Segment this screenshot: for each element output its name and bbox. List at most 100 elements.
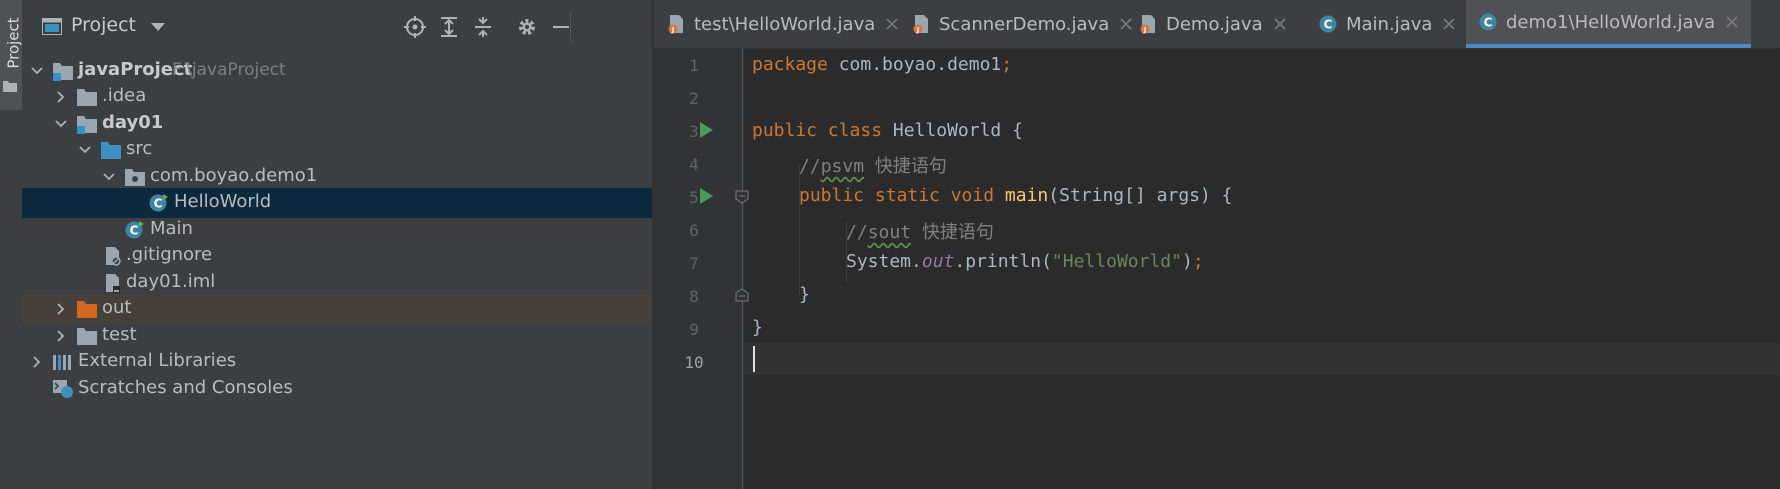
editor-area: J test\HelloWorld.java J ScannerDemo.jav… [654, 0, 1780, 489]
svg-text:C: C [154, 197, 163, 211]
code-line-3[interactable]: public class HelloWorld { [752, 120, 1023, 141]
tab-demo[interactable]: J Demo.java [1138, 0, 1287, 48]
chevron-down-icon[interactable] [78, 143, 92, 157]
expand-all-icon [441, 17, 457, 37]
java-class-icon: C [125, 221, 144, 239]
tree-item-label: Main [150, 218, 193, 239]
line-number: 6 [689, 221, 699, 240]
tree-item-helloworld[interactable]: C HelloWorld [22, 188, 652, 218]
project-tool-window-label: Project [4, 17, 23, 69]
project-view-icon [42, 18, 62, 35]
collapse-all-icon [475, 17, 491, 37]
tab-label: ScannerDemo.java [939, 13, 1110, 35]
code-line-1[interactable]: package com.boyao.demo1; [752, 54, 1012, 75]
tree-item-src[interactable]: src [22, 135, 652, 165]
tab-label: test\HelloWorld.java [694, 13, 876, 35]
tab-scannerdemo[interactable]: J ScannerDemo.java [911, 0, 1133, 48]
hide-panel-button[interactable] [548, 14, 574, 40]
tree-item-label: day01 [102, 112, 164, 133]
java-file-icon: J [913, 15, 928, 34]
project-panel-header: Project [22, 0, 652, 54]
tab-main[interactable]: C Main.java [1318, 0, 1456, 48]
project-panel-title[interactable]: Project [71, 14, 136, 36]
source-folder-icon [101, 142, 121, 159]
svg-text:J: J [916, 26, 920, 34]
libraries-icon [53, 355, 71, 370]
tab-test-helloworld[interactable]: J test\HelloWorld.java [666, 0, 899, 48]
tree-item-label: HelloWorld [174, 191, 272, 212]
code-line-4[interactable]: //psvm 快捷语句 [752, 152, 947, 178]
module-file-icon [106, 274, 120, 293]
folder-icon [77, 328, 97, 345]
line-number: 7 [689, 254, 699, 273]
tree-item-label: out [102, 297, 132, 318]
close-icon[interactable] [1273, 17, 1287, 31]
locate-file-button[interactable] [402, 14, 428, 40]
tree-item-label: com.boyao.demo1 [150, 165, 318, 186]
svg-text:J: J [1143, 26, 1147, 34]
java-class-icon: C [149, 194, 168, 212]
fold-icon[interactable] [735, 288, 749, 302]
chevron-down-icon[interactable] [102, 170, 116, 184]
tree-item-label: External Libraries [78, 350, 237, 371]
crosshair-icon [404, 16, 426, 38]
tree-item-gitignore[interactable]: .gitignore [22, 241, 652, 271]
project-path-hint: F:\javaProject [172, 60, 286, 80]
java-class-icon: C [1319, 15, 1337, 33]
fold-icon[interactable] [735, 190, 749, 204]
chevron-right-icon[interactable] [30, 355, 44, 369]
code-line-8[interactable]: } [752, 284, 810, 305]
project-panel: Project javaProject F:\javaProject .idea… [22, 0, 654, 489]
current-line-highlight [744, 343, 1780, 375]
svg-text:J: J [671, 26, 675, 34]
chevron-down-icon[interactable] [30, 64, 44, 78]
java-file-icon: J [668, 15, 683, 34]
close-icon[interactable] [1119, 17, 1133, 31]
options-button[interactable] [514, 14, 540, 40]
text-caret [753, 346, 755, 372]
run-icon[interactable] [698, 187, 714, 205]
excluded-folder-icon [77, 301, 97, 318]
chevron-right-icon[interactable] [54, 302, 68, 316]
tree-item-label: src [126, 138, 153, 159]
tab-demo1-helloworld[interactable]: C demo1\HelloWorld.java [1466, 0, 1752, 48]
chevron-right-icon[interactable] [54, 329, 68, 343]
expand-all-button[interactable] [436, 14, 462, 40]
chevron-right-icon[interactable] [54, 90, 68, 104]
svg-text:C: C [1324, 18, 1333, 32]
tree-item-out[interactable]: out [22, 294, 652, 324]
editor-tabs: J test\HelloWorld.java J ScannerDemo.jav… [654, 0, 1780, 49]
run-icon[interactable] [698, 121, 714, 139]
collapse-all-button[interactable] [470, 14, 496, 40]
gear-icon [519, 19, 535, 35]
chevron-down-icon[interactable] [54, 117, 68, 131]
code-line-5[interactable]: public static void main(String[] args) { [752, 185, 1233, 206]
folder-icon [3, 81, 17, 92]
svg-text:C: C [1484, 16, 1493, 30]
close-icon[interactable] [1725, 15, 1739, 29]
close-icon[interactable] [885, 17, 899, 31]
folder-icon [77, 89, 97, 106]
package-icon [125, 169, 145, 186]
minimize-icon [553, 26, 569, 28]
tree-item-external-libraries[interactable]: External Libraries [22, 347, 652, 377]
code-line-6[interactable]: //sout 快捷语句 [752, 218, 994, 244]
java-file-icon: J [1140, 15, 1155, 34]
tab-label: Demo.java [1166, 13, 1263, 35]
scratches-icon [53, 380, 73, 398]
line-number: 2 [689, 89, 699, 108]
project-tool-window-tab[interactable]: Project [0, 0, 23, 110]
chevron-down-icon[interactable] [150, 21, 166, 33]
tree-item-label: test [102, 324, 137, 345]
code-line-7[interactable]: System.out.println("HelloWorld"); [752, 251, 1204, 272]
tree-item-label: .idea [102, 85, 147, 106]
tree-item-label: Scratches and Consoles [78, 377, 293, 398]
close-icon[interactable] [1442, 17, 1456, 31]
line-number: 10 [684, 353, 704, 372]
line-number: 8 [689, 287, 699, 306]
tree-item-label: day01.iml [126, 271, 216, 292]
code-line-9[interactable]: } [752, 317, 763, 338]
tree-item-idea[interactable]: .idea [22, 82, 652, 112]
java-class-icon: C [1479, 13, 1497, 31]
tree-item-scratches[interactable]: Scratches and Consoles [22, 374, 652, 404]
